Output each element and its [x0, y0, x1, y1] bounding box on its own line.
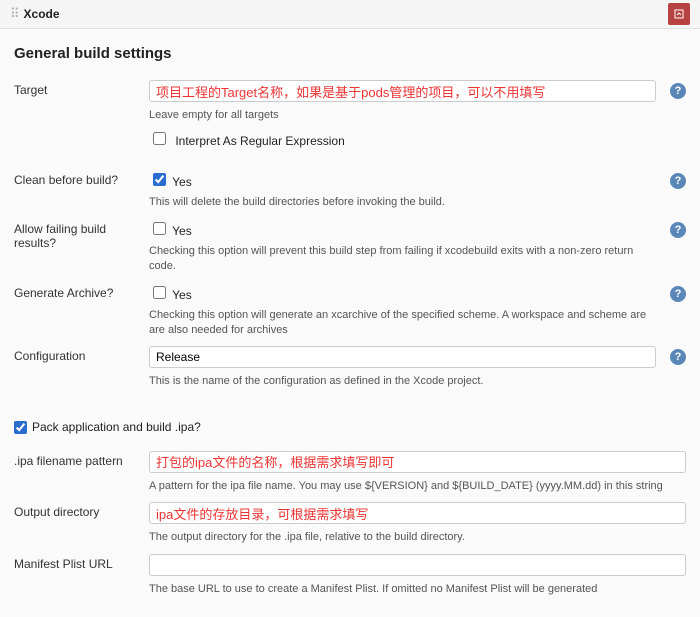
allow-failing-label: Allow failing build results?: [14, 219, 149, 275]
clean-before-build-hint: This will delete the build directories b…: [149, 195, 656, 210]
help-icon[interactable]: ?: [670, 222, 686, 238]
clean-before-build-checkbox[interactable]: [153, 173, 166, 186]
top-notification-icon[interactable]: [668, 3, 690, 25]
drag-handle-icon[interactable]: ⠿: [10, 6, 18, 22]
generate-archive-checkbox[interactable]: [153, 286, 166, 299]
manifest-plist-hint: The base URL to use to create a Manifest…: [149, 582, 686, 597]
configuration-input[interactable]: [149, 346, 656, 368]
ipa-pattern-label: .ipa filename pattern: [14, 451, 149, 494]
clean-before-build-label: Clean before build?: [14, 170, 149, 210]
pack-ipa-label[interactable]: Pack application and build .ipa?: [32, 420, 201, 434]
output-dir-label: Output directory: [14, 502, 149, 545]
clean-before-build-yes[interactable]: Yes: [172, 175, 192, 189]
generate-archive-yes[interactable]: Yes: [172, 288, 192, 302]
target-label: Target: [14, 80, 149, 148]
configuration-hint: This is the name of the configuration as…: [149, 374, 656, 389]
help-icon[interactable]: ?: [670, 173, 686, 189]
manifest-plist-label: Manifest Plist URL: [14, 554, 149, 597]
output-dir-input[interactable]: [149, 502, 686, 524]
interpret-regex-checkbox[interactable]: [153, 132, 166, 145]
help-icon[interactable]: ?: [670, 286, 686, 302]
generate-archive-label: Generate Archive?: [14, 283, 149, 339]
help-icon[interactable]: ?: [670, 349, 686, 365]
breadcrumb-title: Xcode: [24, 7, 60, 21]
breadcrumb: ⠿ Xcode: [0, 0, 700, 29]
output-dir-hint: The output directory for the .ipa file, …: [149, 530, 686, 545]
ipa-pattern-hint: A pattern for the ipa file name. You may…: [149, 479, 686, 494]
allow-failing-hint: Checking this option will prevent this b…: [149, 244, 656, 275]
ipa-pattern-input[interactable]: [149, 451, 686, 473]
target-input[interactable]: [149, 80, 656, 102]
help-icon[interactable]: ?: [670, 83, 686, 99]
configuration-label: Configuration: [14, 346, 149, 389]
target-hint: Leave empty for all targets: [149, 108, 656, 123]
section-title: General build settings: [14, 45, 686, 62]
allow-failing-checkbox[interactable]: [153, 222, 166, 235]
manifest-plist-input[interactable]: [149, 554, 686, 576]
generate-archive-hint: Checking this option will generate an xc…: [149, 308, 656, 339]
interpret-regex-label[interactable]: Interpret As Regular Expression: [175, 134, 344, 148]
pack-ipa-checkbox[interactable]: [14, 421, 27, 434]
allow-failing-yes[interactable]: Yes: [172, 224, 192, 238]
